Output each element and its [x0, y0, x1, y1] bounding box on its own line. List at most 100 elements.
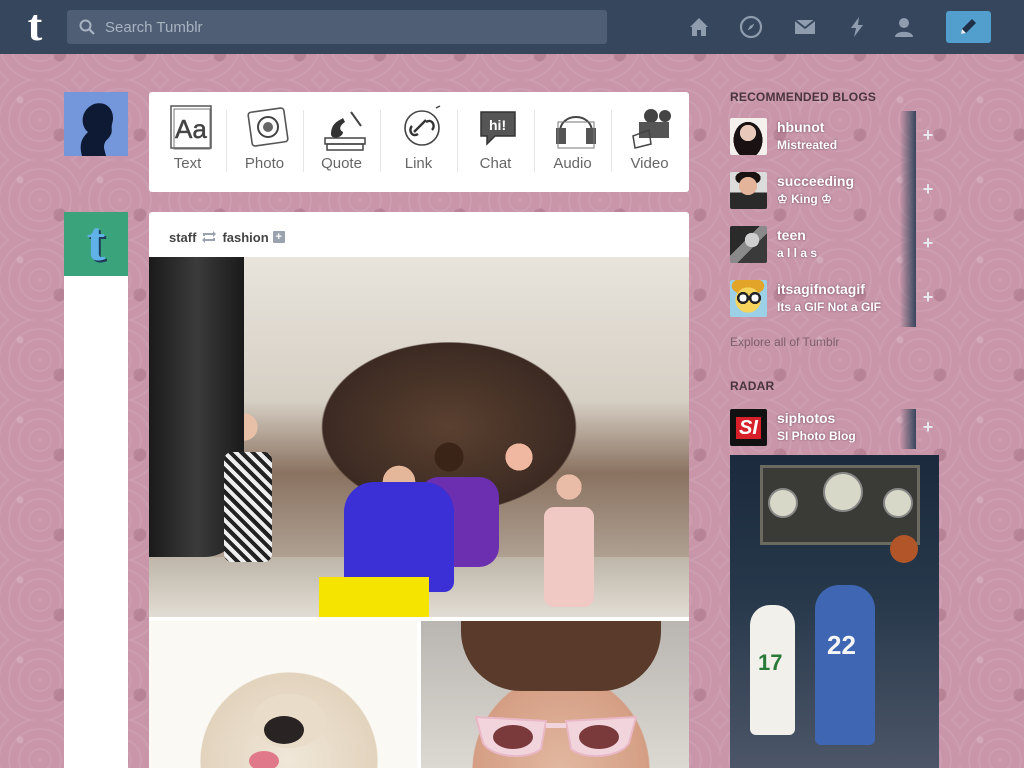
follow-button[interactable]: +: [916, 409, 940, 449]
post-type-audio[interactable]: Audio: [534, 92, 611, 192]
search-box[interactable]: [67, 10, 607, 44]
search-input[interactable]: [105, 10, 595, 44]
photo-cat-eye-glasses: [474, 715, 638, 758]
photo-camera-icon: [247, 107, 289, 147]
blog-subtitle: SI Photo Blog: [777, 429, 856, 443]
recommended-blogs-title: RECOMMENDED BLOGS: [730, 90, 877, 104]
search-icon: [79, 19, 95, 35]
photo-jersey-number: 17: [758, 650, 783, 675]
photo-pink-shirt: [544, 507, 594, 607]
post-type-video[interactable]: Video: [611, 92, 688, 192]
photo-dog-nose: [264, 716, 304, 744]
plus-icon: +: [922, 233, 934, 253]
staff-avatar[interactable]: t: [64, 212, 128, 276]
blog-name: succeeding: [777, 173, 855, 189]
explore-compass-icon[interactable]: [739, 15, 763, 39]
audio-headphones-icon: [556, 116, 596, 149]
si-logo-text: SI: [736, 416, 761, 439]
post-type-photo[interactable]: Photo: [226, 92, 303, 192]
svg-text:hi!: hi!: [489, 117, 506, 133]
blog-follow-bar: [900, 273, 916, 327]
photo-player-blue: [815, 585, 875, 745]
blog-avatar: [730, 280, 767, 317]
radar-title: RADAR: [730, 379, 775, 393]
photo-jersey-number: 22: [827, 630, 856, 660]
plus-icon: +: [922, 179, 934, 199]
post-type-label: Quote: [321, 155, 362, 172]
chat-bubble-icon: hi!: [480, 111, 516, 146]
follow-button[interactable]: +: [916, 111, 940, 165]
recommended-blog-item[interactable]: succeeding ♔ King ♔ +: [730, 165, 940, 219]
user-avatar[interactable]: [64, 92, 128, 156]
post-type-label: Chat: [479, 155, 512, 172]
photo-scoreboard: [760, 465, 920, 545]
follow-button[interactable]: +: [916, 219, 940, 273]
recommended-blog-item[interactable]: teen a l l a s +: [730, 219, 940, 273]
blog-name: siphotos: [777, 410, 836, 426]
recommended-blog-item[interactable]: itsagifnotagif Its a GIF Not a GIF +: [730, 273, 940, 327]
post-type-label: Audio: [553, 155, 592, 172]
photo-blue-shirt: [344, 482, 454, 592]
reblog-icon: [202, 231, 217, 243]
post-author-link[interactable]: staff: [169, 230, 196, 245]
link-icon: [404, 105, 441, 146]
text-aa-icon: Aa: [170, 105, 212, 150]
inbox-mail-icon[interactable]: [793, 15, 817, 39]
post-photo-party-crowd[interactable]: [149, 257, 689, 617]
quote-icon: [324, 111, 366, 151]
reblog-source-link[interactable]: fashion: [222, 230, 268, 245]
post-avatar-column: [64, 276, 128, 768]
post-type-label: Photo: [244, 155, 285, 172]
staff-logo-icon: t: [86, 211, 106, 273]
blog-name: hbunot: [777, 119, 825, 135]
recommended-blog-item[interactable]: hbunot Mistreated +: [730, 111, 940, 165]
photo-scoreboard-clock: [823, 472, 863, 512]
dashboard-post: staff fashion +: [149, 212, 689, 768]
top-navigation-bar: t: [0, 0, 1024, 54]
blog-name: teen: [777, 227, 806, 243]
follow-plus-icon[interactable]: +: [272, 231, 285, 243]
follow-button[interactable]: +: [916, 273, 940, 327]
plus-icon: +: [922, 287, 934, 307]
plus-icon: +: [922, 125, 934, 145]
svg-text:Aa: Aa: [175, 114, 207, 144]
post-type-label: Text: [173, 155, 202, 172]
blog-subtitle: ♔ King ♔: [777, 192, 832, 206]
radar-photo-basketball[interactable]: 17 22: [730, 455, 939, 768]
blog-subtitle: Its a GIF Not a GIF: [777, 300, 882, 314]
blog-avatar: [730, 172, 767, 209]
photo-hair: [461, 621, 661, 691]
blog-follow-bar: [900, 165, 916, 219]
post-header: staff fashion +: [169, 228, 285, 246]
compose-post-button[interactable]: [946, 11, 991, 43]
post-type-bar: Aa Text Photo Quote Link hi! Chat Audio …: [149, 92, 689, 192]
explore-tumblr-link[interactable]: Explore all of Tumblr: [730, 335, 839, 349]
post-photo-dog[interactable]: [149, 621, 417, 768]
post-type-quote[interactable]: Quote: [303, 92, 380, 192]
radar-blog-item[interactable]: SI siphotos SI Photo Blog +: [730, 402, 940, 452]
post-type-text[interactable]: Aa Text: [149, 92, 226, 192]
post-type-link[interactable]: Link: [380, 92, 457, 192]
tumblr-logo[interactable]: t: [18, 4, 52, 48]
photo-dog-tongue: [249, 751, 279, 768]
follow-button[interactable]: +: [916, 165, 940, 219]
post-type-label: Link: [404, 155, 433, 172]
blog-name: itsagifnotagif: [777, 281, 865, 297]
pencil-icon: [961, 19, 976, 34]
photo-yellow-pants: [319, 577, 429, 617]
video-camera-icon: [632, 109, 671, 149]
post-type-label: Video: [630, 155, 669, 172]
photo-scoreboard-clock: [768, 488, 798, 518]
post-type-chat[interactable]: hi! Chat: [457, 92, 534, 192]
plus-icon: +: [922, 417, 934, 437]
blog-subtitle: a l l a s: [777, 246, 818, 260]
si-logo-avatar: SI: [730, 409, 767, 446]
post-photo-sunglasses[interactable]: [421, 621, 689, 768]
blog-follow-bar: [900, 409, 916, 449]
home-icon[interactable]: [687, 15, 711, 39]
activity-lightning-icon[interactable]: [845, 15, 869, 39]
blog-avatar: [730, 118, 767, 155]
photo-basketball: [890, 535, 918, 563]
blog-avatar: [730, 226, 767, 263]
account-person-icon[interactable]: [892, 15, 916, 39]
